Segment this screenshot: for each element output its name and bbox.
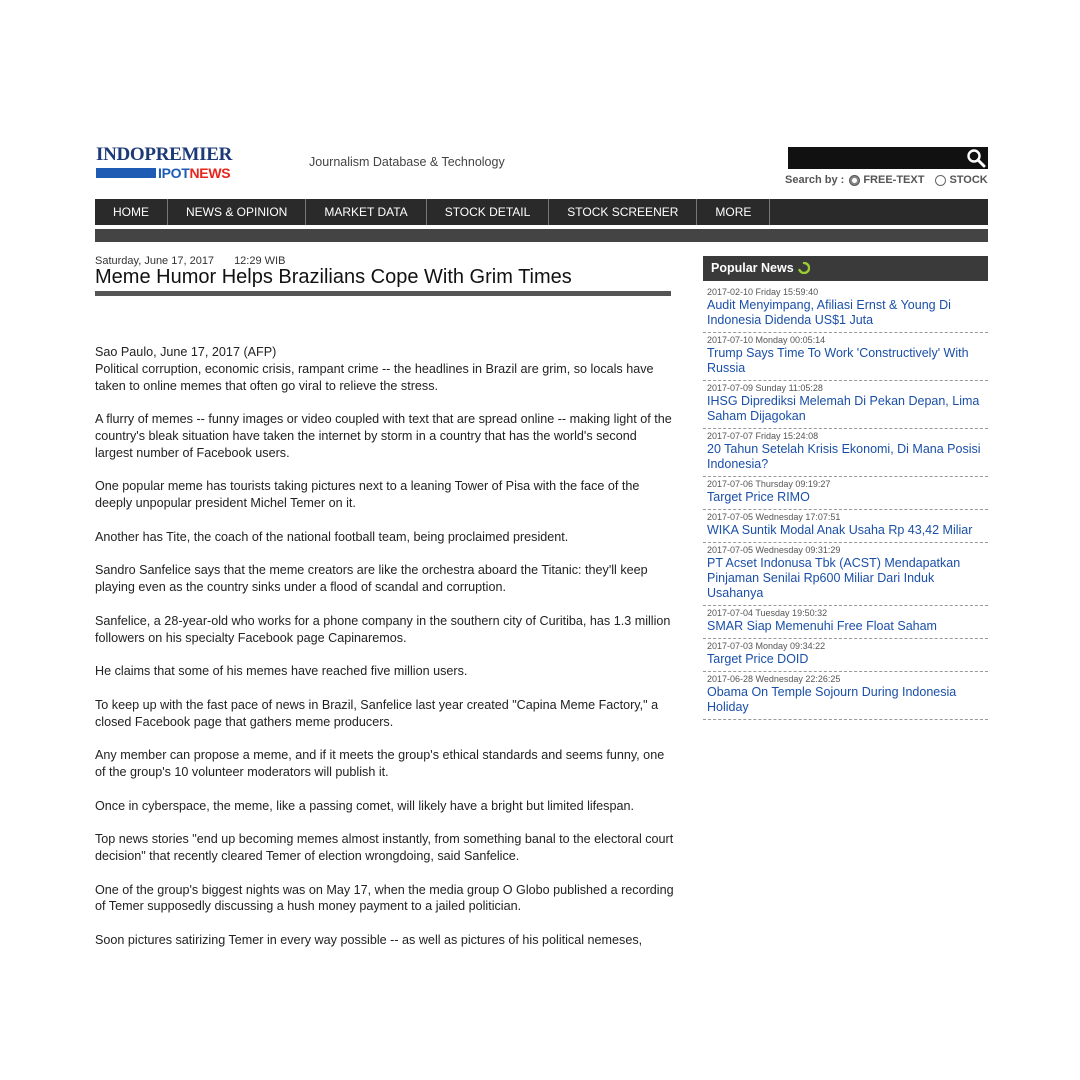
popular-news-item: 2017-07-10 Monday 00:05:14 Trump Says Ti… bbox=[703, 333, 988, 381]
search-icon[interactable] bbox=[966, 148, 986, 168]
nav-stock-detail[interactable]: STOCK DETAIL bbox=[427, 199, 550, 225]
search-by-label: Search by : bbox=[785, 174, 845, 186]
nav-news-opinion[interactable]: NEWS & OPINION bbox=[168, 199, 307, 225]
news-link[interactable]: WIKA Suntik Modal Anak Usaha Rp 43,42 Mi… bbox=[707, 523, 985, 538]
news-timestamp: 2017-06-28 Wednesday 22:26:25 bbox=[707, 674, 841, 684]
popular-news-item: 2017-07-05 Wednesday 09:31:29 PT Acset I… bbox=[703, 543, 988, 606]
article-headline: Meme Humor Helps Brazilians Cope With Gr… bbox=[95, 266, 572, 288]
news-link[interactable]: Trump Says Time To Work 'Constructively'… bbox=[707, 346, 985, 376]
logo-bar bbox=[96, 168, 156, 178]
refresh-icon bbox=[798, 258, 811, 275]
popular-news-item: 2017-07-06 Thursday 09:19:27 Target Pric… bbox=[703, 477, 988, 510]
article-paragraph: One popular meme has tourists taking pic… bbox=[95, 479, 640, 511]
site-tagline: Journalism Database & Technology bbox=[309, 155, 505, 169]
article-paragraph: To keep up with the fast pace of news in… bbox=[95, 697, 659, 729]
news-timestamp: 2017-07-05 Wednesday 17:07:51 bbox=[707, 512, 841, 522]
article-paragraph: One of the group's biggest nights was on… bbox=[95, 882, 674, 914]
article-paragraph: Sanfelice, a 28-year-old who works for a… bbox=[95, 613, 671, 645]
news-link[interactable]: IHSG Diprediksi Melemah Di Pekan Depan, … bbox=[707, 394, 985, 424]
news-timestamp: 2017-07-05 Wednesday 09:31:29 bbox=[707, 545, 841, 555]
article-paragraph: Top news stories "end up becoming memes … bbox=[95, 832, 674, 863]
main-nav: HOME NEWS & OPINION MARKET DATA STOCK DE… bbox=[95, 199, 988, 225]
popular-news-item: 2017-07-09 Sunday 11:05:28 IHSG Dipredik… bbox=[703, 381, 988, 429]
popular-news-item: 2017-02-10 Friday 15:59:40 Audit Menyimp… bbox=[703, 285, 988, 333]
news-link[interactable]: PT Acset Indonusa Tbk (ACST) Mendapatkan… bbox=[707, 556, 985, 601]
article-paragraph: Sao Paulo, June 17, 2017 (AFP) Political… bbox=[95, 345, 654, 393]
search-box bbox=[788, 147, 988, 169]
radio-stock-label: STOCK bbox=[949, 174, 988, 186]
sub-nav-bar bbox=[95, 229, 988, 242]
news-timestamp: 2017-07-10 Monday 00:05:14 bbox=[707, 335, 826, 345]
popular-news-title: Popular News bbox=[711, 261, 794, 275]
popular-news-item: 2017-07-07 Friday 15:24:08 20 Tahun Sete… bbox=[703, 429, 988, 477]
article-paragraph: Once in cyberspace, the meme, like a pas… bbox=[95, 798, 634, 813]
radio-free-text[interactable] bbox=[849, 174, 861, 186]
site-logo[interactable]: INDOPREMIER IPOTNEWS bbox=[96, 145, 246, 181]
news-link[interactable]: Obama On Temple Sojourn During Indonesia… bbox=[707, 685, 985, 715]
news-timestamp: 2017-07-03 Monday 09:34:22 bbox=[707, 641, 826, 651]
logo-wordmark: INDOPREMIER bbox=[96, 144, 233, 165]
news-timestamp: 2017-07-07 Friday 15:24:08 bbox=[707, 431, 819, 441]
popular-news-item: 2017-07-04 Tuesday 19:50:32 SMAR Siap Me… bbox=[703, 606, 988, 639]
article-body: Sao Paulo, June 17, 2017 (AFP) Political… bbox=[95, 344, 675, 965]
article-paragraph: Any member can propose a meme, and if it… bbox=[95, 748, 665, 779]
popular-news-item: 2017-06-28 Wednesday 22:26:25 Obama On T… bbox=[703, 672, 988, 720]
logo-ipot: IPOT bbox=[158, 165, 190, 181]
article-paragraph: Soon pictures satirizing Temer in every … bbox=[95, 932, 643, 947]
article-paragraph: A flurry of memes -- funny images or vid… bbox=[95, 412, 672, 460]
news-link[interactable]: 20 Tahun Setelah Krisis Ekonomi, Di Mana… bbox=[707, 442, 985, 472]
nav-market-data[interactable]: MARKET DATA bbox=[306, 199, 427, 225]
news-link[interactable]: SMAR Siap Memenuhi Free Float Saham bbox=[707, 619, 985, 634]
news-link[interactable]: Target Price RIMO bbox=[707, 490, 985, 505]
popular-news-item: 2017-07-05 Wednesday 17:07:51 WIKA Sunti… bbox=[703, 510, 988, 543]
nav-home[interactable]: HOME bbox=[95, 199, 168, 225]
news-timestamp: 2017-07-09 Sunday 11:05:28 bbox=[707, 383, 823, 393]
news-timestamp: 2017-02-10 Friday 15:59:40 bbox=[707, 287, 819, 297]
radio-free-text-label: FREE-TEXT bbox=[863, 174, 925, 186]
news-link[interactable]: Audit Menyimpang, Afiliasi Ernst & Young… bbox=[707, 298, 985, 328]
news-timestamp: 2017-07-04 Tuesday 19:50:32 bbox=[707, 608, 828, 618]
headline-divider bbox=[95, 291, 671, 296]
news-link[interactable]: Target Price DOID bbox=[707, 652, 985, 667]
popular-news-header: Popular News bbox=[703, 256, 988, 281]
article-paragraph: He claims that some of his memes have re… bbox=[95, 664, 468, 679]
radio-stock[interactable] bbox=[935, 174, 947, 186]
article-paragraph: Another has Tite, the coach of the natio… bbox=[95, 529, 569, 544]
logo-news: NEWS bbox=[189, 165, 231, 181]
news-timestamp: 2017-07-06 Thursday 09:19:27 bbox=[707, 479, 831, 489]
search-input[interactable] bbox=[788, 147, 958, 169]
popular-news-item: 2017-07-03 Monday 09:34:22 Target Price … bbox=[703, 639, 988, 672]
search-by: Search by : FREE-TEXT STOCK bbox=[785, 174, 988, 186]
nav-more[interactable]: MORE bbox=[697, 199, 771, 225]
article-paragraph: Sandro Sanfelice says that the meme crea… bbox=[95, 563, 648, 595]
popular-news-list: 2017-02-10 Friday 15:59:40 Audit Menyimp… bbox=[703, 285, 988, 720]
nav-stock-screener[interactable]: STOCK SCREENER bbox=[549, 199, 698, 225]
